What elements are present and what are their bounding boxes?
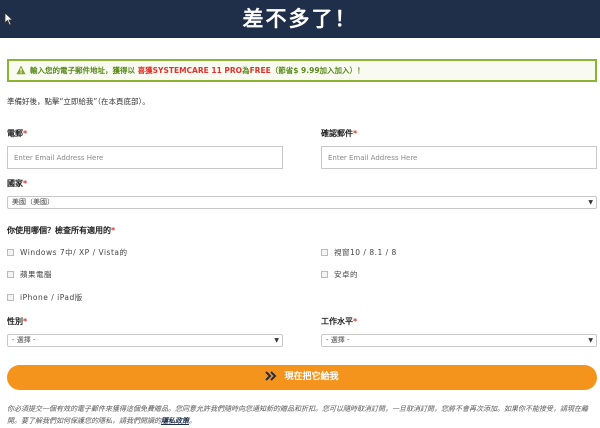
checkbox[interactable] bbox=[7, 294, 14, 301]
required-mark: * bbox=[23, 317, 28, 326]
country-value: 美國（美國） bbox=[12, 198, 54, 206]
notice-free: FREE bbox=[249, 66, 271, 75]
notice-product: 喜獲SYSTEMCARE 11 PRO bbox=[135, 66, 243, 75]
notice-savings: （節省$ 9.99加入加入）！ bbox=[270, 66, 365, 75]
instructions-text: 準備好後，點擊“立即給我”（在本頁底部）。 bbox=[7, 97, 150, 106]
checkbox[interactable] bbox=[321, 249, 328, 256]
gender-select[interactable]: - 選擇 - ▼ bbox=[7, 334, 283, 347]
warning-icon bbox=[16, 65, 26, 75]
double-chevron-right-icon bbox=[265, 370, 277, 381]
os-question-label: 你使用哪個？檢查所有適用的* bbox=[7, 226, 116, 235]
required-mark: * bbox=[23, 129, 28, 138]
gender-value: - 選擇 - bbox=[12, 336, 36, 344]
cta-label: 現在把它給我 bbox=[284, 372, 339, 382]
checkbox[interactable] bbox=[321, 271, 328, 278]
notice-text: 輸入您的電子郵件地址，獲得以 bbox=[30, 66, 135, 75]
notice-text-middle: 為 bbox=[242, 66, 250, 75]
country-select[interactable]: 美國（美國） ▼ bbox=[7, 196, 597, 209]
header-bar: 差不多了！ bbox=[0, 0, 600, 38]
gender-label: 性別* bbox=[7, 317, 28, 326]
privacy-policy-link[interactable]: 隱私政策 bbox=[161, 417, 189, 425]
checkbox[interactable] bbox=[7, 271, 14, 278]
required-mark: * bbox=[23, 179, 28, 188]
confirm-email-label: 確認郵件* bbox=[321, 129, 358, 138]
disclaimer-text: 你必須提交一個有效的電子郵件來獲得這個免費贈品。您同意允許我們隨時向您通知新的贈… bbox=[7, 405, 588, 425]
required-mark: * bbox=[353, 317, 358, 326]
mouse-cursor-icon bbox=[4, 12, 14, 26]
email-label: 電郵* bbox=[7, 129, 28, 138]
country-label: 國家* bbox=[7, 179, 28, 188]
job-level-label: 工作水平* bbox=[321, 317, 358, 326]
give-it-to-me-button[interactable]: 現在把它給我 bbox=[7, 365, 597, 390]
promo-notice: 輸入您的電子郵件地址，獲得以 喜獲SYSTEMCARE 11 PRO為FREE（… bbox=[7, 59, 597, 82]
page-title: 差不多了！ bbox=[242, 7, 358, 31]
confirm-email-input[interactable] bbox=[321, 146, 597, 169]
email-input[interactable] bbox=[7, 146, 283, 169]
dropdown-arrow-icon: ▼ bbox=[274, 337, 279, 344]
dropdown-arrow-icon: ▼ bbox=[588, 337, 593, 344]
checkbox[interactable] bbox=[7, 249, 14, 256]
job-level-value: - 選擇 - bbox=[326, 336, 350, 344]
required-mark: * bbox=[353, 129, 358, 138]
dropdown-arrow-icon: ▼ bbox=[588, 199, 593, 206]
required-mark: * bbox=[111, 226, 116, 235]
job-level-select[interactable]: - 選擇 - ▼ bbox=[321, 334, 597, 347]
